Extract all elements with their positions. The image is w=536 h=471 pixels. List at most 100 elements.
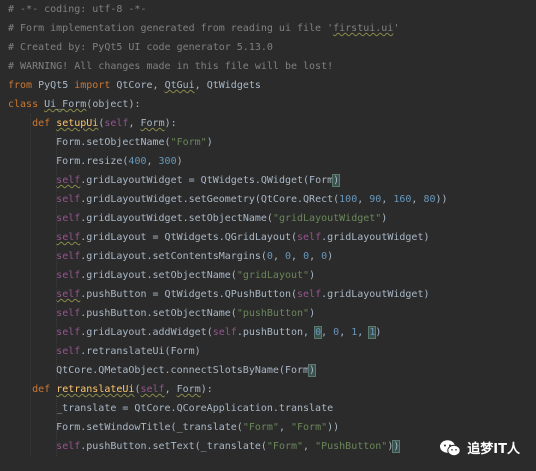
code-line[interactable]: self.gridLayoutWidget.setObjectName("gri… (0, 209, 536, 228)
code-line-text: # Created by: PyQt5 UI code generator 5.… (8, 38, 273, 57)
code-line[interactable]: Form.setWindowTitle(_translate("Form", "… (0, 418, 536, 437)
code-token: .pushButton.setText(_translate( (80, 441, 267, 452)
code-token: ) (392, 440, 401, 453)
code-token: ) (375, 327, 382, 338)
code-token: self (56, 270, 81, 281)
code-token: "Form" (170, 137, 207, 148)
code-token: "gridLayout" (236, 270, 310, 281)
code-token: import (74, 80, 117, 91)
code-line-text: self.gridLayoutWidget = QtWidgets.QWidge… (8, 171, 341, 190)
code-token: ) (309, 308, 316, 319)
code-line[interactable]: self.pushButton.setObjectName("pushButto… (0, 304, 536, 323)
code-token: "pushButton" (236, 308, 310, 319)
code-line[interactable]: # Form implementation generated from rea… (0, 19, 536, 38)
code-line[interactable]: self.gridLayout.addWidget(self.pushButto… (0, 323, 536, 342)
code-token: def (32, 384, 57, 395)
code-token: retranslateUi (56, 384, 135, 395)
code-line[interactable]: self.gridLayout.setContentsMargins(0, 0,… (0, 247, 536, 266)
code-line[interactable]: self.retranslateUi(Form) (0, 342, 536, 361)
code-line[interactable]: def setupUi(self, Form): (0, 114, 536, 133)
code-token: self (56, 346, 81, 357)
code-editor[interactable]: # -*- coding: utf-8 -*- # Form implementa… (0, 0, 536, 471)
code-token: .pushButton = QtWidgets.QPushButton( (80, 289, 298, 300)
code-line[interactable]: # Created by: PyQt5 UI code generator 5.… (0, 38, 536, 57)
code-line[interactable]: self.gridLayoutWidget.setGeometry(QtCore… (0, 190, 536, 209)
code-line-text: Form.resize(400, 300) (8, 152, 182, 171)
code-token: 100 (339, 194, 358, 205)
code-token: 90 (369, 194, 382, 205)
code-token: )) (435, 194, 448, 205)
code-token: , (321, 327, 334, 338)
code-token: "Form" (266, 441, 304, 452)
code-line[interactable]: self.gridLayout = QtWidgets.QGridLayout(… (0, 228, 536, 247)
code-line-text: from PyQt5 import QtCore, QtGui, QtWidge… (8, 76, 261, 95)
code-line-text: class Ui_Form(object): (8, 95, 140, 114)
code-token: QtGui (164, 80, 195, 91)
code-line[interactable]: # -*- coding: utf-8 -*- (0, 0, 536, 19)
code-token: self (297, 289, 322, 300)
code-token: .gridLayoutWidget) (321, 289, 430, 300)
code-line-text: def retranslateUi(self, Form): (8, 380, 213, 399)
code-token: ) (308, 364, 317, 377)
code-line[interactable]: self.gridLayout.setObjectName("gridLayou… (0, 266, 536, 285)
code-line-text: self.gridLayoutWidget.setGeometry(QtCore… (8, 190, 448, 209)
code-token: self (56, 327, 81, 338)
code-line[interactable]: self.gridLayoutWidget = QtWidgets.QWidge… (0, 171, 536, 190)
code-token: self (56, 175, 81, 186)
code-line[interactable]: from PyQt5 import QtCore, QtGui, QtWidge… (0, 76, 536, 95)
code-token: "PushButton" (315, 441, 388, 452)
code-token: .gridLayout = QtWidgets.QGridLayout( (80, 232, 298, 243)
code-token: .gridLayoutWidget.setGeometry(QtCore.QRe… (80, 194, 340, 205)
code-token: self (56, 289, 81, 300)
code-line-text: self.pushButton = QtWidgets.QPushButton(… (8, 285, 429, 304)
code-line[interactable]: def retranslateUi(self, Form): (0, 380, 536, 399)
code-line[interactable]: Form.resize(400, 300) (0, 152, 536, 171)
code-token: self (56, 213, 81, 224)
code-token: , (164, 384, 177, 395)
code-line[interactable]: QtCore.QMetaObject.connectSlotsByName(Fo… (0, 361, 536, 380)
code-token: self (56, 308, 81, 319)
code-token: Form.setObjectName( (8, 137, 171, 148)
code-token: # WARNING! All changes made in this file… (8, 61, 334, 72)
code-line-text: # -*- coding: utf-8 -*- (8, 0, 146, 19)
code-token: , (272, 251, 285, 262)
watermark-text: 追梦IT人 (467, 442, 520, 457)
code-token: self (212, 327, 237, 338)
code-line[interactable]: class Ui_Form(object): (0, 95, 536, 114)
code-token: , (146, 156, 159, 167)
code-token: .pushButton, (236, 327, 316, 338)
code-line-text: def setupUi(self, Form): (8, 114, 177, 133)
code-line-text: self.gridLayout.setObjectName("gridLayou… (8, 266, 315, 285)
code-token: Form.resize( (8, 156, 129, 167)
code-line[interactable]: self.pushButton = QtWidgets.QPushButton(… (0, 285, 536, 304)
code-token: "Form" (242, 422, 279, 433)
code-token: setupUi (56, 118, 99, 129)
wechat-icon (440, 439, 461, 456)
code-token: .gridLayout.addWidget( (80, 327, 213, 338)
code-line[interactable]: Form.setObjectName("Form") (0, 133, 536, 152)
code-line-text: self.gridLayout.addWidget(self.pushButto… (8, 323, 381, 342)
code-token: Form.setWindowTitle(_translate( (8, 422, 243, 433)
code-line[interactable]: # WARNING! All changes made in this file… (0, 57, 536, 76)
code-line-text: self.gridLayout = QtWidgets.QGridLayout(… (8, 228, 429, 247)
code-token: , (309, 251, 322, 262)
indent-guide (56, 399, 57, 456)
code-token: ) (309, 270, 316, 281)
code-token: ) (332, 174, 341, 187)
code-token: , (303, 441, 316, 452)
watermark: 追梦IT人 (439, 438, 520, 457)
code-line-text: # WARNING! All changes made in this file… (8, 57, 333, 76)
code-token: .gridLayoutWidget = QtWidgets.QWidget(Fo… (80, 175, 334, 186)
code-line[interactable]: _translate = QtCore.QCoreApplication.tra… (0, 399, 536, 418)
code-token: ): (164, 118, 177, 129)
code-token: "Form" (290, 422, 328, 433)
